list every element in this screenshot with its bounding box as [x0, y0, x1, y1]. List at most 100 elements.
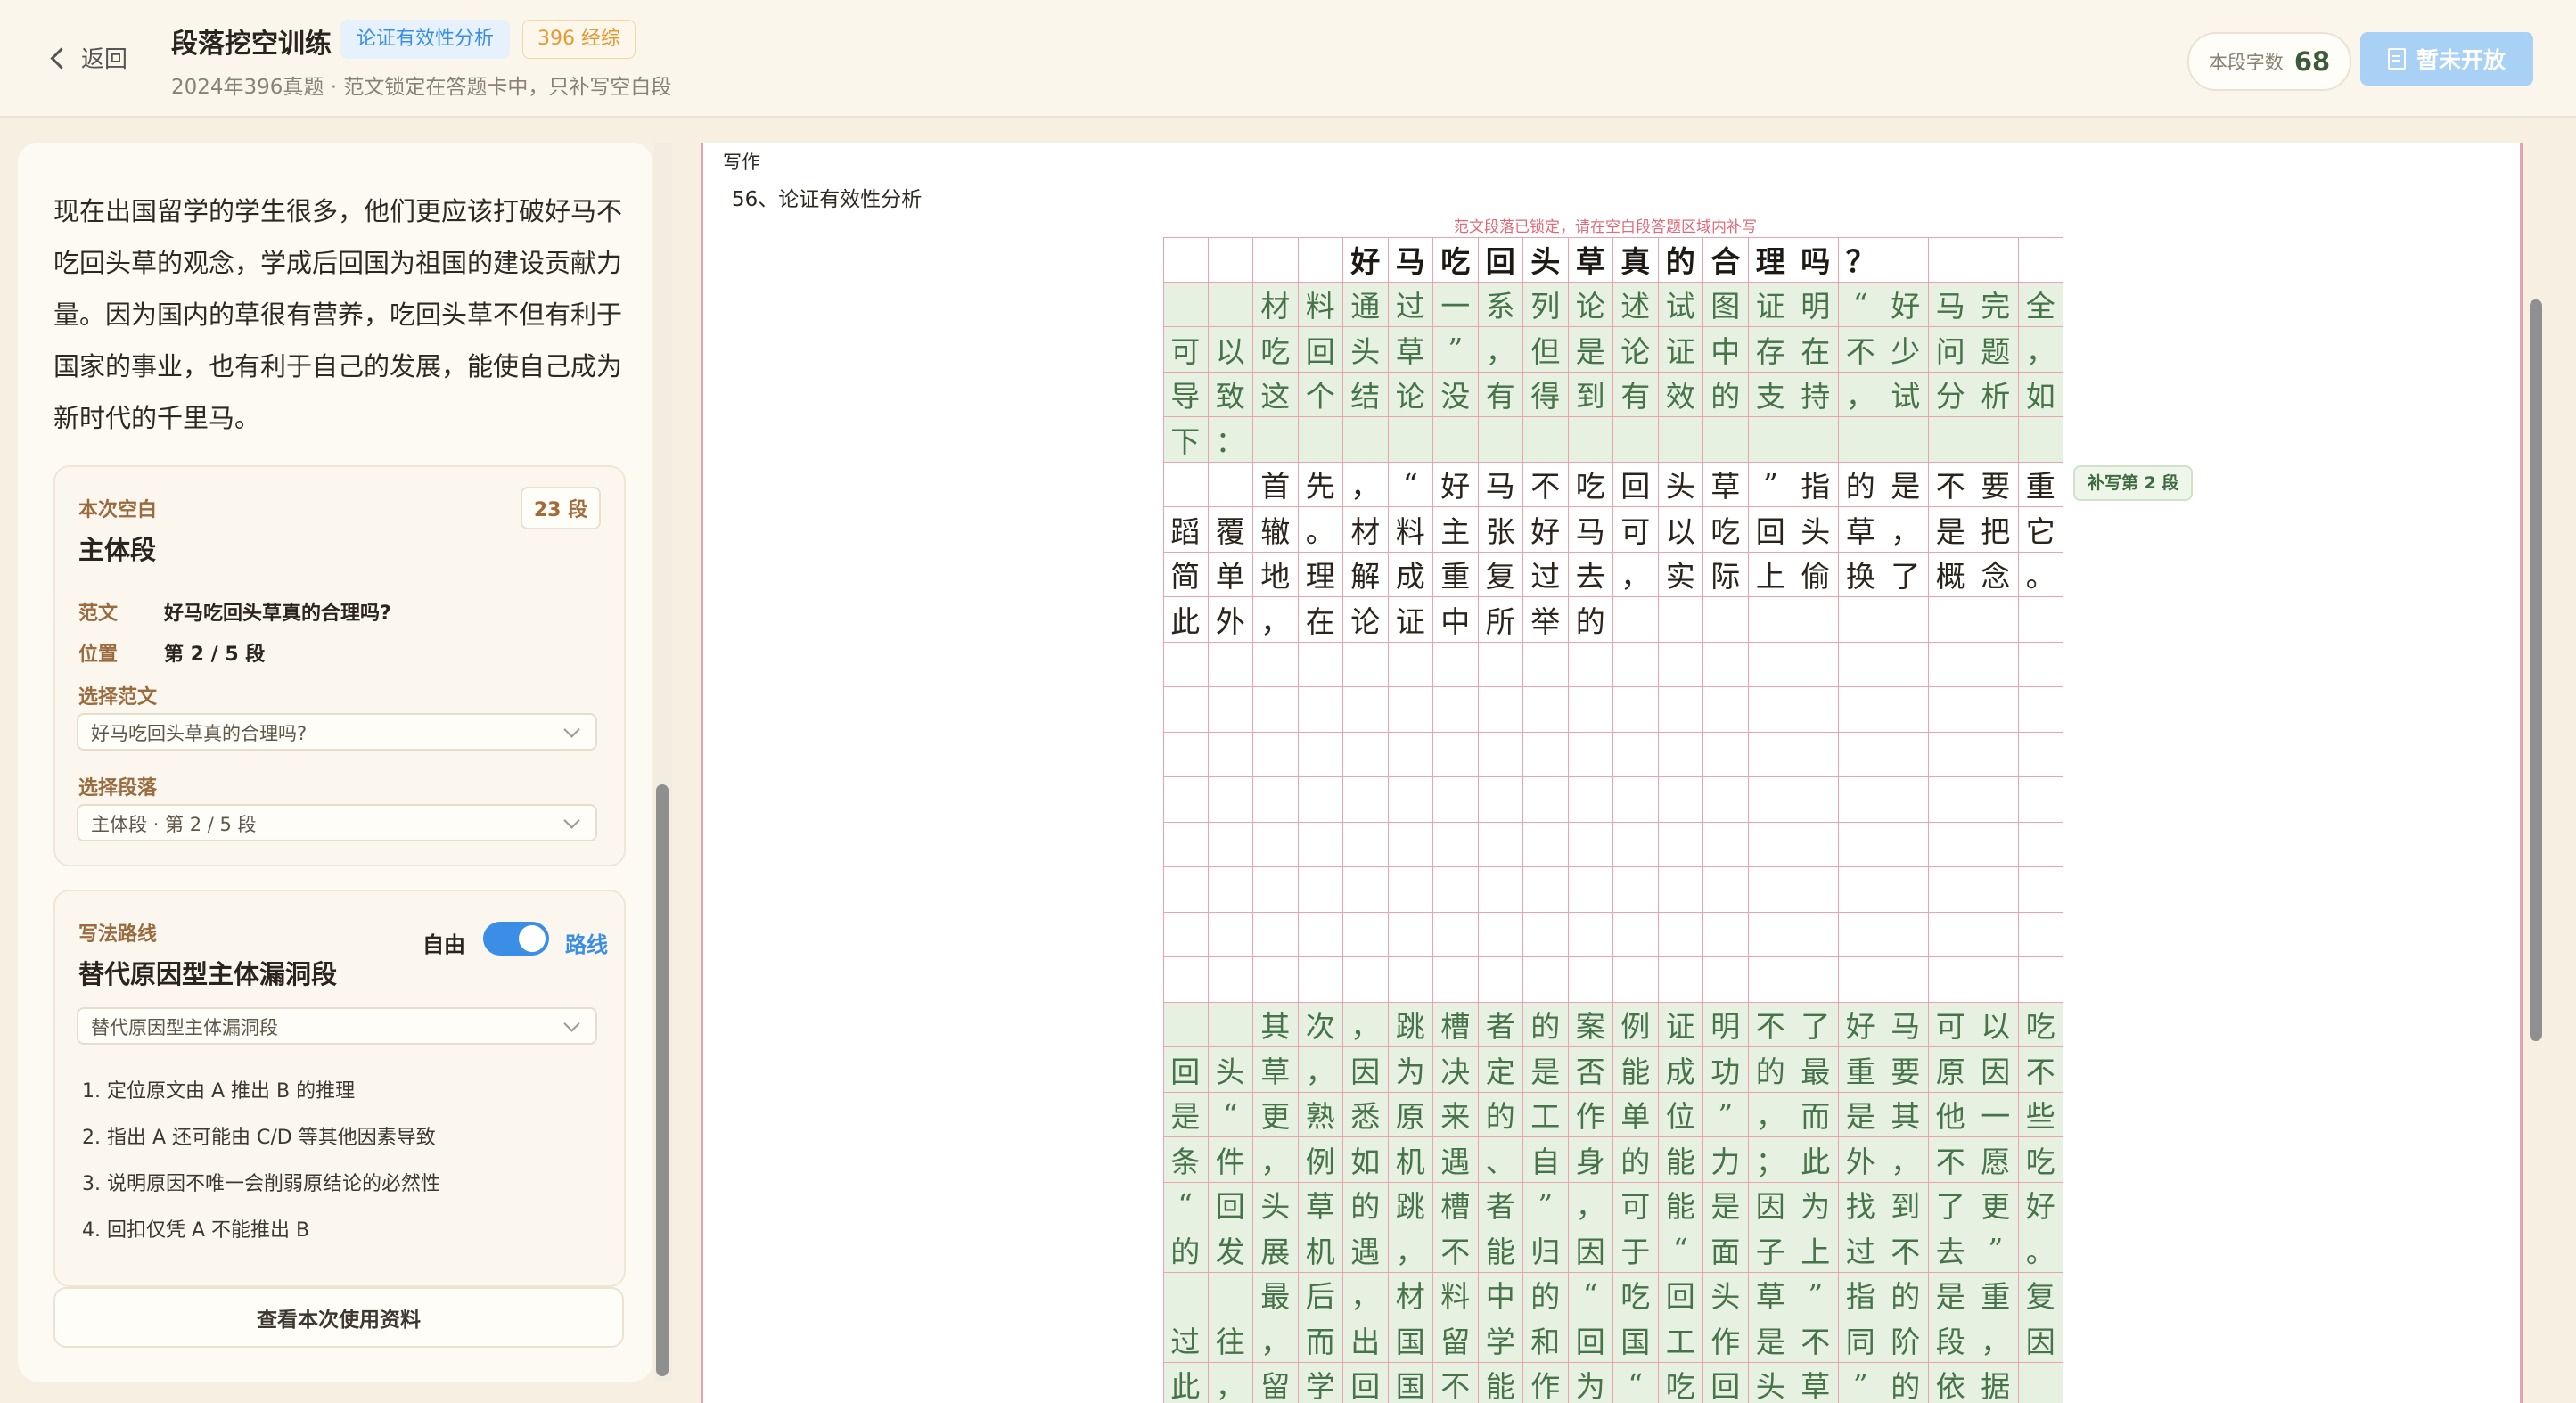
grid-cell[interactable]	[1298, 777, 1343, 823]
grid-cell[interactable]	[1433, 777, 1479, 823]
grid-cell[interactable]	[1298, 687, 1343, 733]
grid-cell[interactable]	[1208, 867, 1253, 913]
grid-cell[interactable]	[1793, 642, 1839, 687]
grid-cell[interactable]: 解	[1343, 552, 1389, 597]
grid-cell[interactable]: 回	[1748, 507, 1793, 553]
grid-cell[interactable]	[1298, 822, 1343, 867]
grid-cell[interactable]	[1973, 732, 2019, 777]
grid-cell[interactable]	[1613, 687, 1659, 733]
grid-cell[interactable]	[1883, 822, 1929, 867]
grid-cell[interactable]	[2018, 957, 2063, 1003]
grid-cell[interactable]	[1478, 957, 1523, 1003]
grid-cell[interactable]	[1253, 957, 1299, 1003]
grid-cell[interactable]: 吃	[1703, 507, 1749, 553]
grid-cell[interactable]	[2018, 822, 2063, 867]
grid-cell[interactable]	[1433, 822, 1479, 867]
grid-cell[interactable]	[1253, 732, 1299, 777]
grid-cell[interactable]: ，	[1343, 462, 1389, 507]
essay-select[interactable]: 好马吃回头草真的合理吗?	[77, 713, 597, 751]
grid-cell[interactable]	[1478, 732, 1523, 777]
grid-cell[interactable]: 以	[1658, 507, 1703, 553]
grid-cell[interactable]	[1613, 822, 1659, 867]
grid-cell[interactable]	[1388, 957, 1433, 1003]
grid-cell[interactable]	[1883, 777, 1929, 823]
view-materials-button[interactable]: 查看本次使用资料	[53, 1287, 624, 1348]
grid-cell[interactable]	[1793, 732, 1839, 777]
grid-cell[interactable]	[1568, 822, 1613, 867]
grid-cell[interactable]	[2018, 912, 2063, 957]
grid-cell[interactable]	[1208, 822, 1253, 867]
grid-cell[interactable]	[1163, 822, 1209, 867]
grid-cell[interactable]: 把	[1973, 507, 2019, 553]
grid-cell[interactable]	[1748, 957, 1793, 1003]
grid-cell[interactable]: 过	[1523, 552, 1569, 597]
grid-cell[interactable]	[1433, 732, 1479, 777]
grid-cell[interactable]	[1298, 642, 1343, 687]
grid-cell[interactable]: 换	[1838, 552, 1883, 597]
grid-cell[interactable]: 。	[1298, 507, 1343, 553]
grid-cell[interactable]: 不	[1523, 462, 1569, 507]
grid-cell[interactable]	[1973, 912, 2019, 957]
grid-cell[interactable]	[1973, 597, 2019, 643]
grid-cell[interactable]	[1703, 822, 1749, 867]
grid-cell[interactable]	[1478, 867, 1523, 913]
grid-cell[interactable]: 单	[1208, 552, 1253, 597]
grid-cell[interactable]	[1433, 912, 1479, 957]
grid-cell[interactable]: 好	[1433, 462, 1479, 507]
grid-cell[interactable]	[1973, 777, 2019, 823]
grid-cell[interactable]	[1838, 822, 1883, 867]
grid-cell[interactable]: 可	[1613, 507, 1659, 553]
grid-cell[interactable]: 好	[1523, 507, 1569, 553]
grid-cell[interactable]: 偷	[1793, 552, 1839, 597]
grid-cell[interactable]	[1388, 732, 1433, 777]
grid-cell[interactable]	[1928, 822, 1973, 867]
grid-cell[interactable]	[1253, 777, 1299, 823]
grid-cell[interactable]	[1928, 912, 1973, 957]
grid-cell[interactable]	[1433, 642, 1479, 687]
grid-cell[interactable]	[1433, 867, 1479, 913]
grid-cell[interactable]: 先	[1298, 462, 1343, 507]
grid-cell[interactable]: 概	[1928, 552, 1973, 597]
grid-cell[interactable]: ，	[1613, 552, 1659, 597]
grid-cell[interactable]	[1298, 912, 1343, 957]
grid-cell[interactable]	[1748, 597, 1793, 643]
grid-cell[interactable]	[1163, 957, 1209, 1003]
grid-cell[interactable]: 首	[1253, 462, 1299, 507]
grid-cell[interactable]	[1253, 912, 1299, 957]
grid-cell[interactable]	[1163, 732, 1209, 777]
grid-cell[interactable]	[1208, 462, 1253, 507]
grid-cell[interactable]	[1568, 687, 1613, 733]
grid-cell[interactable]: 回	[1613, 462, 1659, 507]
grid-cell[interactable]: 草	[1838, 507, 1883, 553]
grid-cell[interactable]: 外	[1208, 597, 1253, 643]
grid-cell[interactable]	[1658, 642, 1703, 687]
grid-cell[interactable]: 论	[1343, 597, 1389, 643]
grid-cell[interactable]: 念	[1973, 552, 2019, 597]
grid-cell[interactable]: 此	[1163, 597, 1209, 643]
grid-cell[interactable]	[1613, 642, 1659, 687]
grid-cell[interactable]: 马	[1568, 507, 1613, 553]
grid-cell[interactable]	[1163, 687, 1209, 733]
grid-cell[interactable]	[1748, 867, 1793, 913]
grid-cell[interactable]	[1928, 642, 1973, 687]
grid-cell[interactable]	[1613, 597, 1659, 643]
grid-cell[interactable]	[1613, 777, 1659, 823]
paragraph-select[interactable]: 主体段 · 第 2 / 5 段	[77, 804, 597, 841]
grid-cell[interactable]: 所	[1478, 597, 1523, 643]
grid-cell[interactable]	[1793, 822, 1839, 867]
grid-cell[interactable]: 蹈	[1163, 507, 1209, 553]
grid-cell[interactable]: 的	[1838, 462, 1883, 507]
grid-cell[interactable]	[1748, 732, 1793, 777]
grid-cell[interactable]	[1568, 732, 1613, 777]
grid-cell[interactable]	[1703, 867, 1749, 913]
grid-cell[interactable]	[1658, 867, 1703, 913]
grid-cell[interactable]	[1298, 957, 1343, 1003]
grid-cell[interactable]: 成	[1388, 552, 1433, 597]
grid-cell[interactable]	[1343, 687, 1389, 733]
grid-cell[interactable]	[1793, 777, 1839, 823]
grid-cell[interactable]: “	[1388, 462, 1433, 507]
grid-cell[interactable]	[2018, 597, 2063, 643]
grid-cell[interactable]	[1883, 642, 1929, 687]
grid-cell[interactable]	[1928, 867, 1973, 913]
grid-cell[interactable]	[1388, 867, 1433, 913]
